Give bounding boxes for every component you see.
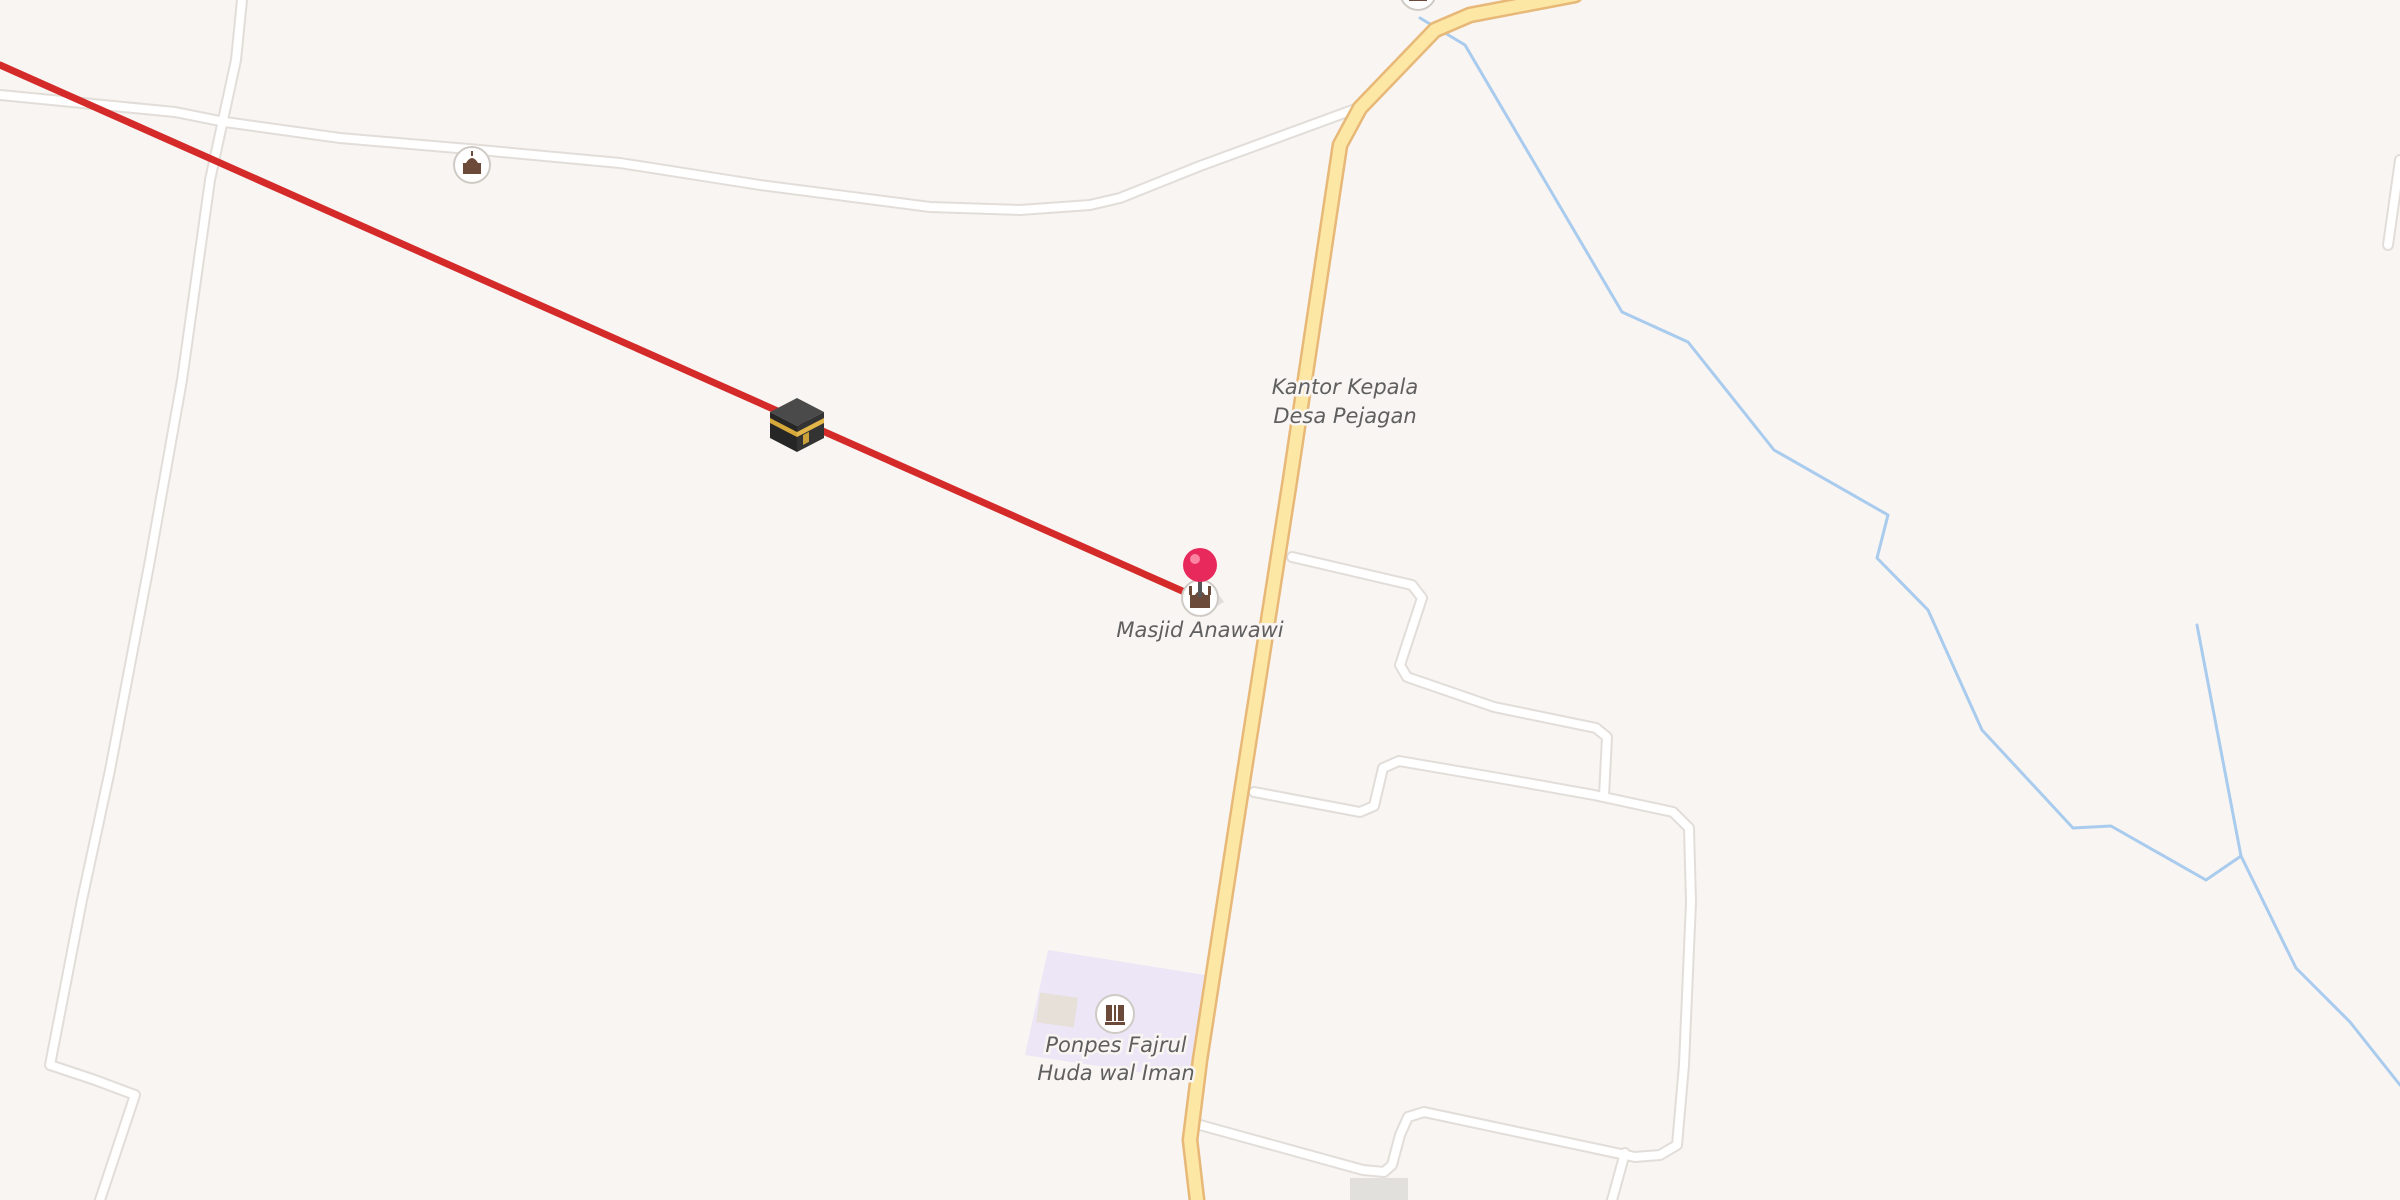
mosque-icon xyxy=(1409,0,1427,1)
map-canvas[interactable]: Kantor Kepala Desa Pejagan Masjid Anawaw… xyxy=(0,0,2400,1200)
label-ponpes-line1: Ponpes Fajrul xyxy=(1045,1033,1186,1057)
building-bottom xyxy=(1350,1178,1408,1200)
label-masjid-anawawi: Masjid Anawawi xyxy=(1116,618,1283,642)
mosque-poi-north[interactable] xyxy=(453,146,491,184)
school-poi[interactable] xyxy=(1095,994,1135,1034)
school-building xyxy=(1036,992,1078,1028)
label-ponpes-line2: Huda wal Iman xyxy=(1037,1061,1194,1085)
label-kantor-kepala-line2: Desa Pejagan xyxy=(1273,404,1416,428)
school-icon xyxy=(1105,1005,1125,1025)
label-kantor-kepala-line1: Kantor Kepala xyxy=(1272,375,1418,399)
